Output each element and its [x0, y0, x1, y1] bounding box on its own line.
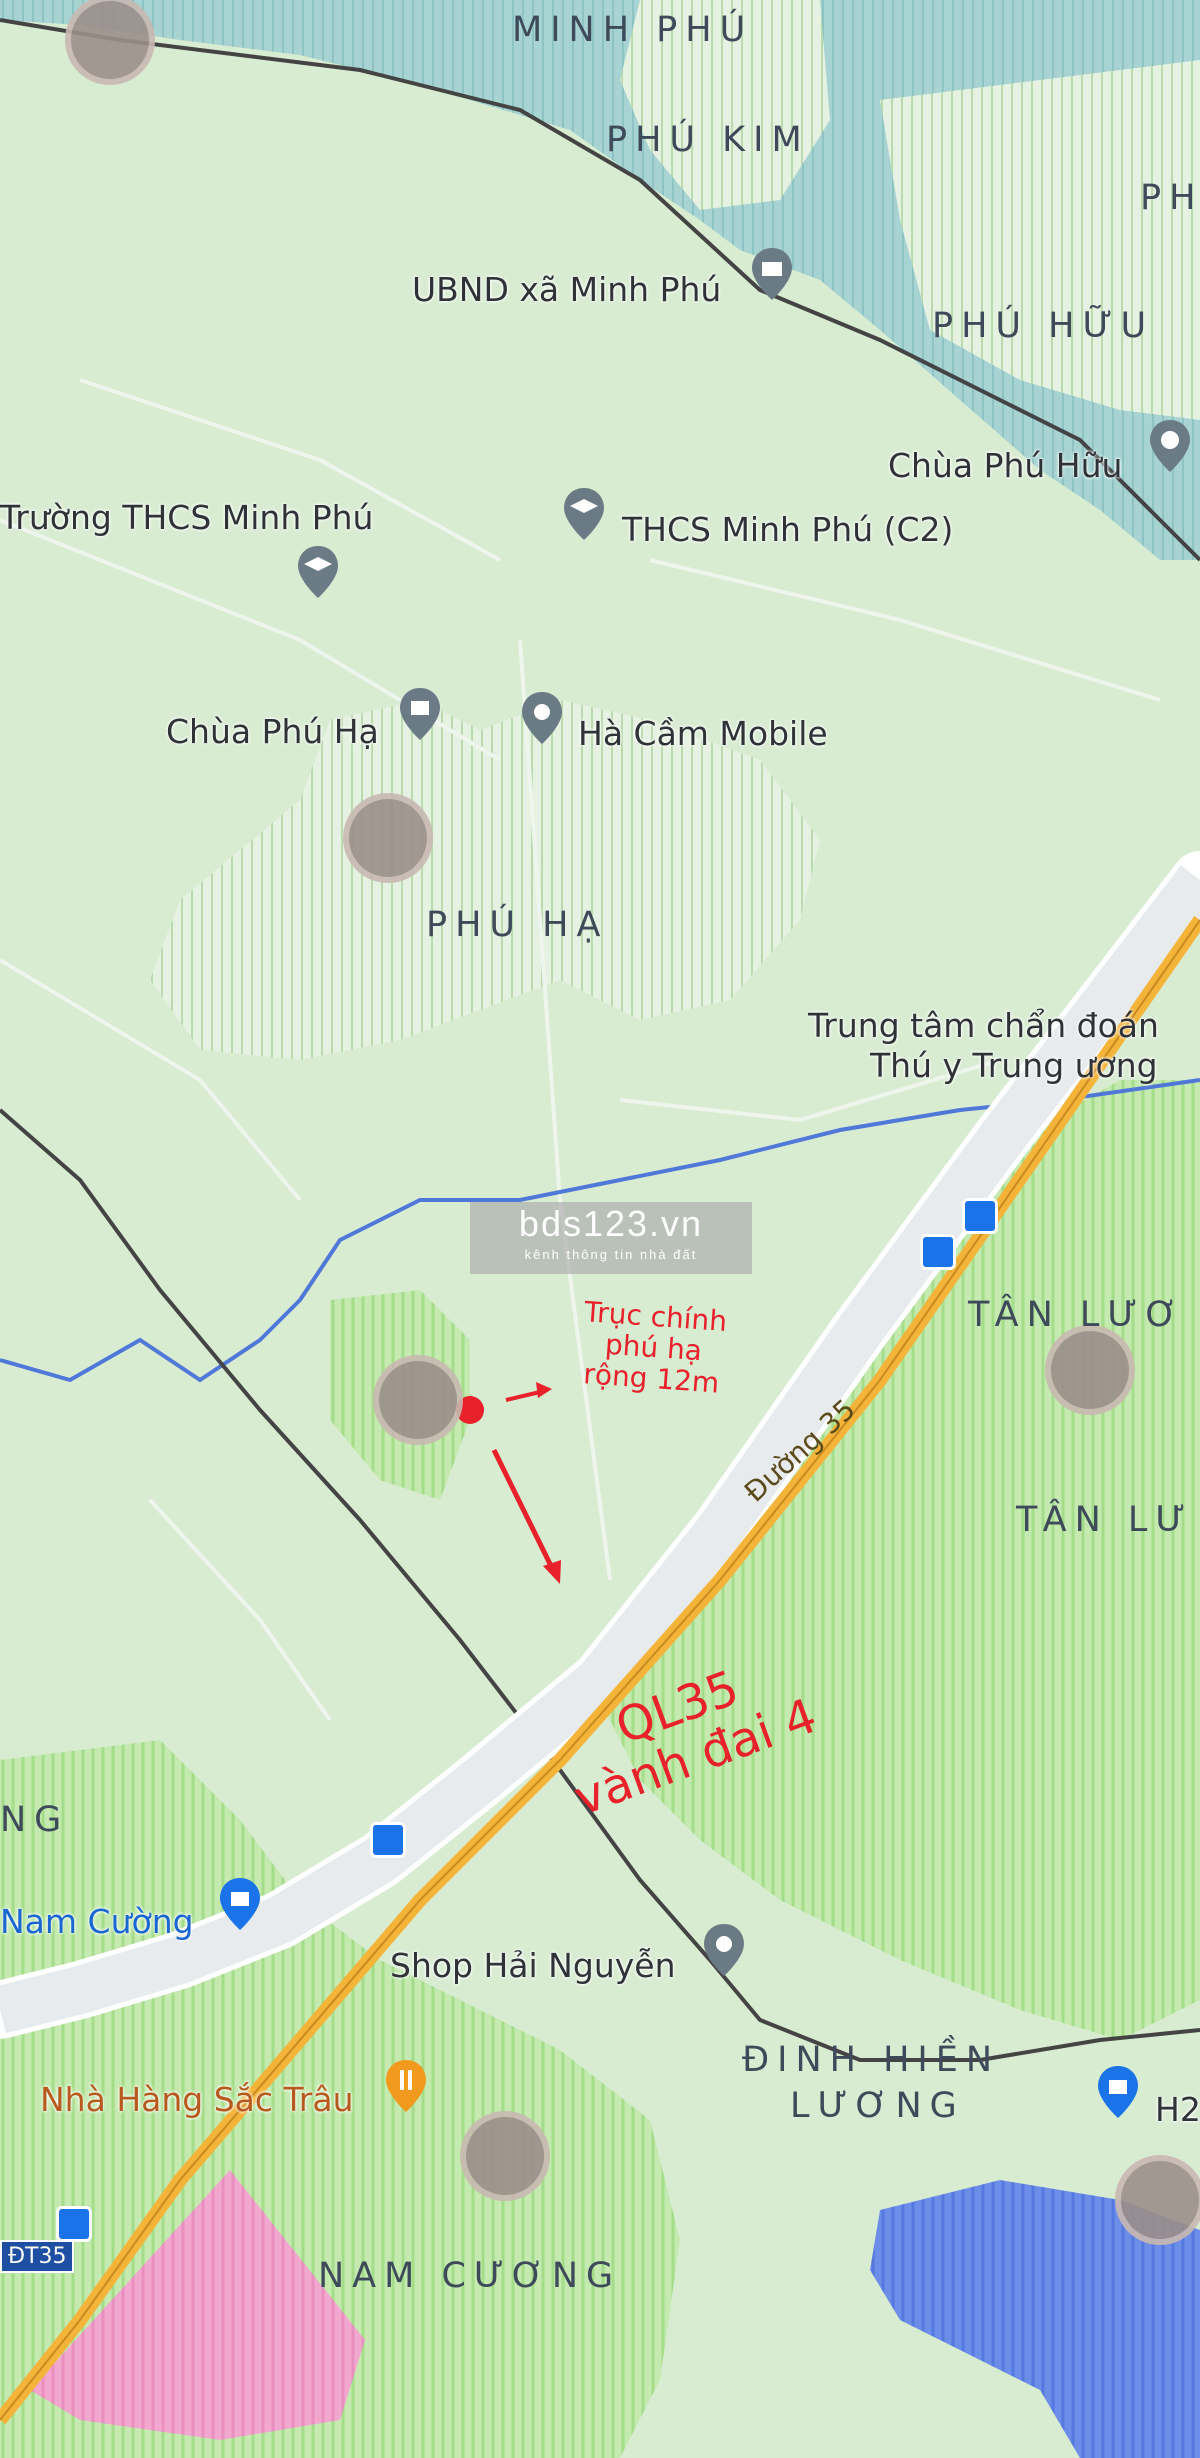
poi-h2-label[interactable]: H2 [1155, 2090, 1200, 2129]
area-phu-ha: PHÚ HẠ [426, 905, 609, 945]
school-pin-icon[interactable] [296, 544, 340, 600]
area-ng-cut: NG [0, 1800, 70, 1840]
poi-nha-hang-label[interactable]: Nhà Hàng Sắc Trâu [40, 2080, 354, 2119]
shopping-pin-icon[interactable] [218, 1876, 262, 1932]
road-shield-dt35: ĐT35 [0, 2240, 75, 2273]
area-minh-phu: MINH PHÚ [512, 10, 754, 50]
pagoda-pin-icon[interactable] [398, 686, 442, 742]
area-luong: LƯƠNG [790, 2086, 965, 2126]
poi-ha-cam-label[interactable]: Hà Cầm Mobile [578, 714, 828, 753]
poi-trung-tam-line1[interactable]: Trung tâm chẩn đoán [808, 1006, 1159, 1045]
area-nam-cuong: NAM CƯƠNG [318, 2256, 622, 2296]
bus-stop-icon[interactable] [962, 1198, 998, 1234]
area-phu-huu: PHÚ HỮU [932, 306, 1155, 346]
poi-ubnd-label[interactable]: UBND xã Minh Phú [412, 270, 721, 309]
poi-truong-thcs-label[interactable]: Trường THCS Minh Phú [0, 498, 373, 537]
area-tan-luong-2: TÂN LƯ [1016, 1500, 1194, 1540]
bus-stop-icon[interactable] [920, 1234, 956, 1270]
poi-thcs-c2-label[interactable]: THCS Minh Phú (C2) [622, 510, 953, 549]
temple-pin-icon[interactable] [1148, 418, 1192, 474]
place-pin-icon[interactable] [520, 690, 564, 746]
poi-nam-cuong-shop-label[interactable]: Nam Cường [0, 1902, 194, 1941]
watermark: bds123.vn kênh thông tin nhà đất [470, 1202, 752, 1274]
watermark-subtitle: kênh thông tin nhà đất [524, 1247, 698, 1262]
annotation-truc-chinh: Trục chính phú hạ rộng 12m [579, 1295, 728, 1399]
shop-pin-icon[interactable] [702, 1922, 746, 1978]
poi-shop-hai-label[interactable]: Shop Hải Nguyễn [390, 1946, 675, 1985]
poi-trung-tam-line2[interactable]: Thú y Trung ương [870, 1046, 1158, 1085]
h2-shopping-pin-icon[interactable] [1096, 2064, 1140, 2120]
area-tan-luong-1: TÂN LƯƠ [968, 1295, 1186, 1335]
area-dinh-hien: ĐINH HIỀN [742, 2040, 1001, 2080]
ubnd-pin-icon[interactable] [750, 246, 794, 302]
restaurant-pin-icon[interactable] [384, 2058, 428, 2114]
area-phu-kim: PHÚ KIM [606, 120, 810, 160]
bus-stop-icon[interactable] [56, 2206, 92, 2242]
area-phu-huu-cut: PH [1140, 178, 1200, 218]
poi-chua-phu-huu-label[interactable]: Chùa Phú Hữu [888, 446, 1122, 485]
watermark-title: bds123.vn [518, 1203, 704, 1244]
bus-stop-icon[interactable] [370, 1822, 406, 1858]
school-c2-pin-icon[interactable] [562, 486, 606, 542]
poi-chua-phu-ha-label[interactable]: Chùa Phú Hạ [166, 712, 379, 751]
map-canvas[interactable]: MINH PHÚ PHÚ KIM PH PHÚ HỮU PHÚ HẠ TÂN L… [0, 0, 1200, 2458]
